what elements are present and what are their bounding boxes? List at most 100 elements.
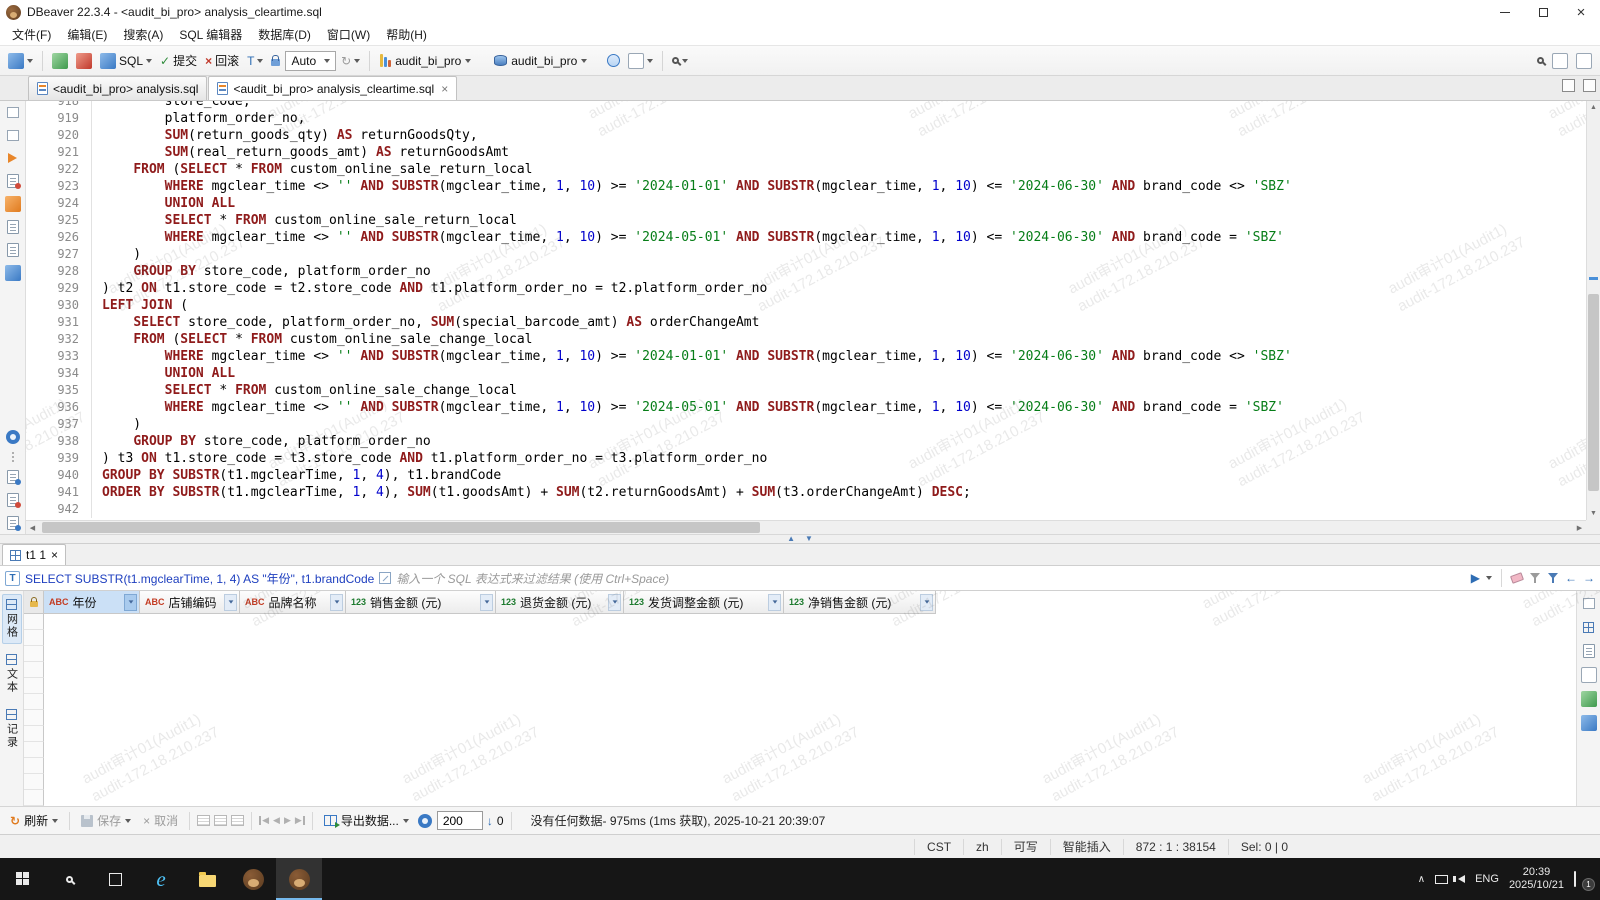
code-line[interactable]: 927 )	[26, 246, 1586, 263]
execute-script-button[interactable]	[5, 173, 21, 189]
panel-meta-button[interactable]	[1580, 691, 1597, 707]
menu-item[interactable]: 编辑(E)	[59, 24, 115, 45]
export-script-button[interactable]	[4, 265, 21, 281]
editor-settings-button[interactable]	[5, 429, 21, 445]
close-button[interactable]: ×	[1562, 0, 1600, 24]
column-header[interactable]: 123 发货调整金额 (元)	[624, 591, 784, 614]
menu-item[interactable]: SQL 编辑器	[171, 24, 250, 45]
code-line[interactable]: 919 platform_order_no,	[26, 110, 1586, 127]
panel-calc-button[interactable]	[1580, 667, 1597, 683]
readonly-toggle[interactable]	[268, 53, 283, 68]
collapse-down-icon[interactable]: ▼	[805, 535, 813, 543]
panel-refs-button[interactable]	[1580, 715, 1597, 731]
commit-mode-combobox[interactable]: Auto	[285, 50, 337, 71]
code-line[interactable]: 939) t3 ON t1.store_code = t3.store_code…	[26, 450, 1586, 467]
column-header[interactable]: 123 退货金额 (元)	[496, 591, 624, 614]
first-row-button[interactable]: ◀	[259, 815, 269, 826]
cancel-button[interactable]: × 取消	[139, 810, 182, 831]
expand-filter-icon[interactable]	[379, 572, 392, 584]
panel-grid-button[interactable]	[1581, 619, 1597, 635]
code-line[interactable]: 924 UNION ALL	[26, 195, 1586, 212]
code-line[interactable]: 923 WHERE mgclear_time <> '' AND SUBSTR(…	[26, 178, 1586, 195]
menu-item[interactable]: 数据库(D)	[250, 24, 319, 45]
column-menu-icon[interactable]	[480, 593, 493, 611]
maximize-pane-icon[interactable]	[1583, 79, 1596, 92]
row-header[interactable]	[24, 774, 44, 790]
task-view-button[interactable]	[92, 858, 138, 900]
code-area[interactable]: 918 store_code, 919 platform_order_no, 920…	[26, 101, 1586, 518]
assist-button[interactable]	[5, 242, 21, 258]
collapse-up-icon[interactable]: ▲	[787, 535, 795, 543]
export-data-button[interactable]: 导出数据...	[320, 810, 413, 831]
row-header[interactable]	[24, 694, 44, 710]
network-profile-button[interactable]	[604, 52, 623, 69]
scroll-right-icon[interactable]: ▶	[1573, 521, 1586, 534]
row-header[interactable]	[24, 630, 44, 646]
column-menu-icon[interactable]	[224, 593, 237, 611]
row-header[interactable]	[24, 758, 44, 774]
disconnect-button[interactable]	[73, 51, 95, 71]
maximize-button[interactable]	[1524, 0, 1562, 24]
search-menu-button[interactable]	[669, 55, 691, 66]
taskbar-search-button[interactable]	[46, 858, 92, 900]
internet-explorer-button[interactable]: e	[138, 858, 184, 900]
taskbar-clock[interactable]: 20:39 2025/10/21	[1509, 866, 1564, 892]
code-line[interactable]: 921 SUM(real_return_goods_amt) AS return…	[26, 144, 1586, 161]
panel-value-button[interactable]	[1581, 643, 1597, 659]
auto-refresh-button[interactable]: ↻	[338, 53, 363, 69]
row-header[interactable]	[24, 646, 44, 662]
code-line[interactable]: 928 GROUP BY store_code, platform_order_…	[26, 263, 1586, 280]
results-view-tab[interactable]: 文本	[2, 649, 22, 699]
commit-button[interactable]: ✓ 提交	[157, 50, 200, 71]
file-explorer-button[interactable]	[184, 858, 230, 900]
column-header[interactable]: ABC 店铺编码	[140, 591, 240, 614]
hidden-icons-chevron[interactable]: ∧	[1418, 874, 1425, 885]
dbeaver-taskbar-button[interactable]	[230, 858, 276, 900]
explain-plan-button[interactable]	[4, 196, 21, 212]
column-header[interactable]: 123 净销售金额 (元)	[784, 591, 936, 614]
column-header[interactable]: 123 销售金额 (元)	[346, 591, 496, 614]
start-button[interactable]	[0, 858, 46, 900]
code-line[interactable]: 931 SELECT store_code, platform_order_no…	[26, 314, 1586, 331]
dbeaver-taskbar-button-active[interactable]	[276, 858, 322, 900]
delete-row-icon[interactable]	[231, 815, 245, 826]
connection-combobox[interactable]: audit_bi_pro	[376, 52, 488, 70]
pc-status-icon[interactable]	[1435, 874, 1449, 884]
filter-expression[interactable]: SELECT SUBSTR(t1.mgclearTime, 1, 4) AS "…	[25, 570, 374, 587]
menu-item[interactable]: 文件(F)	[4, 24, 59, 45]
row-header[interactable]	[24, 678, 44, 694]
save-filter-icon[interactable]	[1547, 572, 1559, 584]
editor-results-splitter[interactable]: ▲ ▼	[0, 534, 1600, 544]
rollback-button[interactable]: × 回滚	[202, 50, 242, 71]
row-header[interactable]	[24, 742, 44, 758]
code-line[interactable]: 933 WHERE mgclear_time <> '' AND SUBSTR(…	[26, 348, 1586, 365]
transaction-log-button[interactable]: T	[244, 53, 266, 69]
sql-editor-menu-button[interactable]: SQL	[97, 51, 155, 71]
scroll-left-icon[interactable]: ◀	[26, 521, 39, 534]
code-line[interactable]: 937 )	[26, 416, 1586, 433]
duplicate-row-icon[interactable]	[214, 815, 228, 826]
tab-close-icon[interactable]: ×	[51, 548, 58, 562]
minimize-pane-icon[interactable]	[1562, 79, 1575, 92]
minimize-button[interactable]	[1486, 0, 1524, 24]
maximize-results-button[interactable]	[1581, 595, 1597, 611]
scroll-down-icon[interactable]: ▼	[1587, 507, 1600, 520]
save-button[interactable]: 保存	[77, 810, 135, 831]
row-header[interactable]	[24, 726, 44, 742]
schema-combobox[interactable]: audit_bi_pro	[490, 52, 602, 70]
row-header[interactable]	[24, 614, 44, 630]
vertical-scrollbar[interactable]: ▲ ▼	[1586, 101, 1600, 520]
tab-close-icon[interactable]: ×	[441, 82, 448, 96]
fetch-size-input[interactable]	[436, 811, 483, 830]
clear-filter-icon[interactable]	[1509, 572, 1525, 584]
volume-icon[interactable]	[1453, 875, 1466, 883]
code-line[interactable]: 938 GROUP BY store_code, platform_order_…	[26, 433, 1586, 450]
editor-tab-analysis[interactable]: <audit_bi_pro> analysis.sql	[28, 76, 208, 100]
code-line[interactable]: 936 WHERE mgclear_time <> '' AND SUBSTR(…	[26, 399, 1586, 416]
row-header[interactable]	[24, 710, 44, 726]
filter-history-caret-icon[interactable]	[1486, 576, 1492, 580]
toggle-layout-button[interactable]	[1573, 51, 1595, 71]
column-menu-icon[interactable]	[330, 593, 343, 611]
results-view-tab[interactable]: 记录	[2, 704, 22, 754]
restore-navigator-button[interactable]	[5, 104, 21, 120]
